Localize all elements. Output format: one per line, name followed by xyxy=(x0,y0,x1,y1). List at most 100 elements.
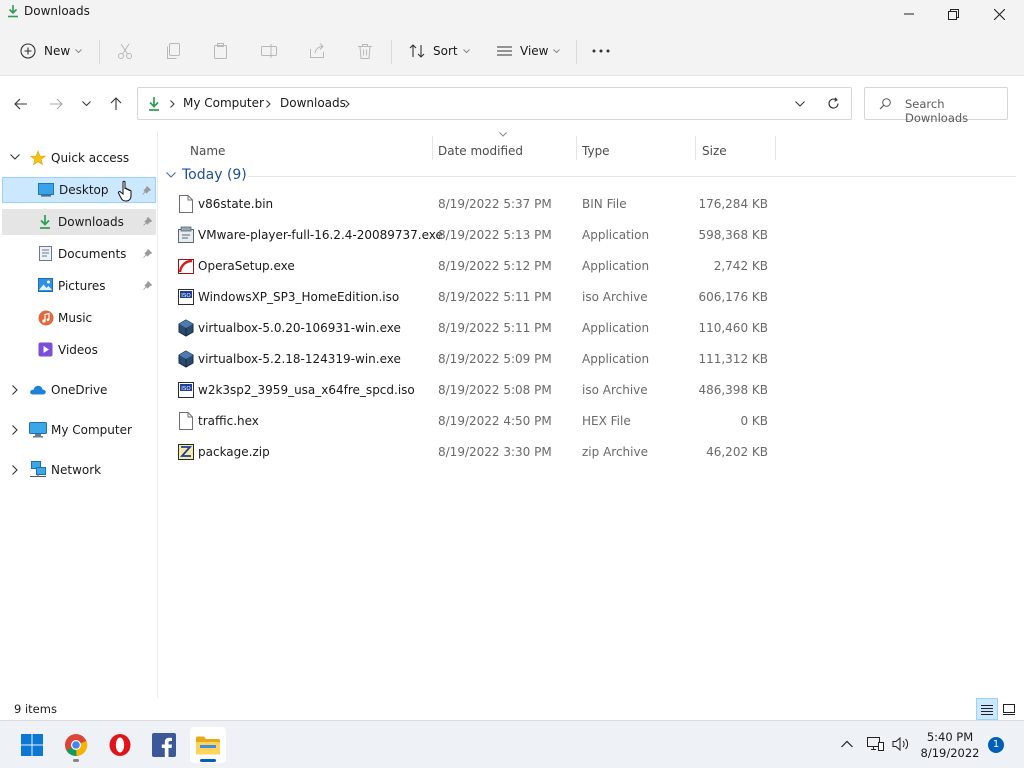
file-name: VMware-player-full-16.2.4-20089737.exe xyxy=(198,228,443,242)
opera-icon xyxy=(109,734,131,756)
volume-icon[interactable] xyxy=(892,737,910,751)
address-bar[interactable]: My Computer Downloads xyxy=(137,87,852,120)
chevron-right-icon xyxy=(266,100,271,108)
column-divider[interactable] xyxy=(775,136,776,160)
breadcrumb-downloads[interactable]: Downloads xyxy=(280,96,346,110)
nav-desktop[interactable]: Desktop xyxy=(2,177,156,203)
search-input[interactable]: Search Downloads xyxy=(864,87,1008,125)
column-divider[interactable] xyxy=(432,136,433,160)
sort-icon xyxy=(409,44,425,58)
delete-button[interactable] xyxy=(356,38,374,64)
file-date: 8/19/2022 5:08 PM xyxy=(438,383,552,397)
nav-label: Pictures xyxy=(58,279,106,293)
svg-text:ISO: ISO xyxy=(181,386,191,392)
view-button[interactable]: View xyxy=(496,38,561,64)
toolbar-divider xyxy=(391,40,392,64)
folder-icon xyxy=(196,736,220,755)
recent-locations-button[interactable] xyxy=(76,94,96,114)
start-button[interactable] xyxy=(14,727,50,763)
cut-button[interactable] xyxy=(116,38,134,64)
taskbar-facebook[interactable] xyxy=(146,727,182,763)
more-options-button[interactable] xyxy=(592,38,610,64)
chevron-up-icon[interactable] xyxy=(841,740,853,748)
file-type: iso Archive xyxy=(582,290,648,304)
taskbar-chrome[interactable] xyxy=(58,727,94,763)
pin-icon[interactable] xyxy=(143,217,152,226)
table-row[interactable]: traffic.hex 8/19/2022 4:50 PM HEX File 0… xyxy=(170,407,776,435)
close-button[interactable] xyxy=(976,0,1022,28)
details-view-button[interactable] xyxy=(976,698,998,720)
new-label: New xyxy=(44,44,71,58)
videos-icon xyxy=(38,342,53,357)
share-button[interactable] xyxy=(308,38,326,64)
file-icon xyxy=(179,412,193,430)
table-row[interactable]: ISO w2k3sp2_3959_usa_x64fre_spcd.iso 8/1… xyxy=(170,376,776,404)
nav-onedrive[interactable]: OneDrive xyxy=(2,377,156,403)
paste-button[interactable] xyxy=(212,38,230,64)
file-type: HEX File xyxy=(582,414,631,428)
column-header-size[interactable]: Size xyxy=(702,138,727,164)
taskbar-file-explorer[interactable] xyxy=(190,727,226,763)
facebook-icon xyxy=(152,733,176,757)
nav-music[interactable]: Music xyxy=(2,305,156,331)
column-divider[interactable] xyxy=(576,136,577,160)
network-status-icon[interactable] xyxy=(866,736,884,752)
table-row[interactable]: ISO WindowsXP_SP3_HomeEdition.iso 8/19/2… xyxy=(170,283,776,311)
copy-icon xyxy=(167,43,180,59)
column-header-type[interactable]: Type xyxy=(582,138,610,164)
table-row[interactable]: VMware-player-full-16.2.4-20089737.exe 8… xyxy=(170,221,776,249)
nav-quick-access[interactable]: Quick access xyxy=(2,145,156,171)
windows-logo-icon xyxy=(21,734,43,756)
nav-network[interactable]: Network xyxy=(2,457,156,483)
sort-button[interactable]: Sort xyxy=(408,38,470,64)
arrow-right-icon xyxy=(50,98,63,110)
cut-icon xyxy=(118,43,132,59)
tiles-view-button[interactable] xyxy=(998,698,1020,720)
notification-badge[interactable]: 1 xyxy=(988,737,1004,753)
column-header-name[interactable]: Name xyxy=(190,138,225,164)
share-icon xyxy=(310,43,324,58)
tiles-view-icon xyxy=(1003,703,1015,715)
group-header-today[interactable]: Today (9) xyxy=(166,167,247,183)
chevron-down-icon xyxy=(553,48,561,53)
nav-pictures[interactable]: Pictures xyxy=(2,273,156,299)
music-icon xyxy=(38,310,54,326)
documents-icon xyxy=(39,246,52,261)
pin-icon[interactable] xyxy=(143,281,152,290)
file-date: 8/19/2022 5:37 PM xyxy=(438,197,552,211)
nav-downloads[interactable]: Downloads xyxy=(2,209,156,235)
maximize-button[interactable] xyxy=(930,0,976,28)
table-row[interactable]: virtualbox-5.0.20-106931-win.exe 8/19/20… xyxy=(170,314,776,342)
nav-documents[interactable]: Documents xyxy=(2,241,156,267)
file-name: virtualbox-5.0.20-106931-win.exe xyxy=(198,321,401,335)
navigation-pane: Quick access Desktop Downloads Documents… xyxy=(0,132,158,698)
table-row[interactable]: OperaSetup.exe 8/19/2022 5:12 PM Applica… xyxy=(170,252,776,280)
nav-my-computer[interactable]: My Computer xyxy=(2,417,156,443)
rename-button[interactable] xyxy=(260,38,278,64)
taskbar-clock[interactable]: 5:40 PM 8/19/2022 xyxy=(918,729,982,761)
table-row[interactable]: virtualbox-5.2.18-124319-win.exe 8/19/20… xyxy=(170,345,776,373)
copy-button[interactable] xyxy=(164,38,182,64)
details-view-icon xyxy=(981,704,993,715)
taskbar-opera[interactable] xyxy=(102,727,138,763)
breadcrumb-my-computer[interactable]: My Computer xyxy=(183,96,264,110)
pin-icon[interactable] xyxy=(142,186,151,195)
file-date: 8/19/2022 5:09 PM xyxy=(438,352,552,366)
refresh-icon[interactable] xyxy=(827,97,840,110)
chrome-icon xyxy=(65,734,88,757)
file-type: Application xyxy=(582,259,650,273)
pin-icon[interactable] xyxy=(143,249,152,258)
chevron-down-icon[interactable] xyxy=(795,101,805,107)
nav-videos[interactable]: Videos xyxy=(2,337,156,363)
up-button[interactable] xyxy=(106,94,126,114)
column-divider[interactable] xyxy=(695,136,696,160)
forward-button[interactable] xyxy=(46,94,66,114)
file-date: 8/19/2022 5:13 PM xyxy=(438,228,552,242)
back-button[interactable] xyxy=(11,94,31,114)
column-header-date-modified[interactable]: Date modified xyxy=(438,138,523,164)
table-row[interactable]: v86state.bin 8/19/2022 5:37 PM BIN File … xyxy=(170,190,776,218)
new-button[interactable]: New xyxy=(20,38,83,64)
table-row[interactable]: package.zip 8/19/2022 3:30 PM zip Archiv… xyxy=(170,438,776,466)
minimize-button[interactable] xyxy=(886,0,932,28)
file-date: 8/19/2022 5:11 PM xyxy=(438,321,552,335)
